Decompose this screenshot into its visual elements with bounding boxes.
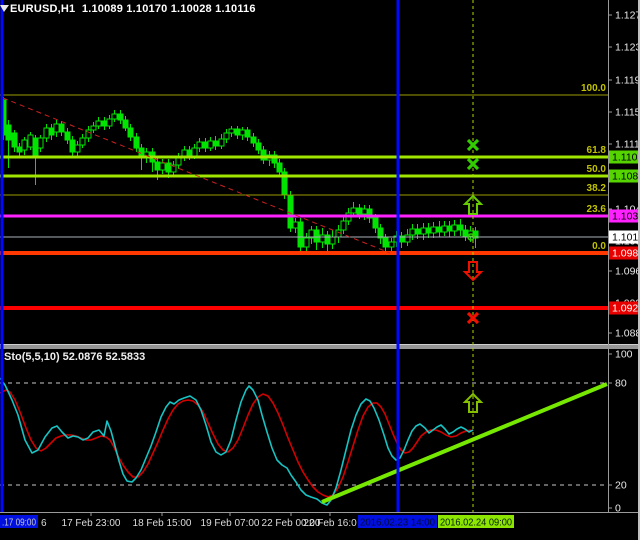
svg-text:0.0: 0.0 <box>592 241 606 252</box>
svg-text:80: 80 <box>615 378 627 390</box>
svg-text:1.1272: 1.1272 <box>615 10 640 22</box>
svg-text:1.1233: 1.1233 <box>615 42 640 54</box>
svg-text:38.2: 38.2 <box>587 183 607 194</box>
svg-text:1.0963: 1.0963 <box>615 266 640 278</box>
svg-text:61.8: 61.8 <box>587 145 607 156</box>
time-axis: 17 Feb 23:00 18 Feb 15:00 19 Feb 07:00 22 F… <box>0 512 640 529</box>
price-chart-canvas[interactable]: 100.0 61.8 50.0 38.2 23.6 0.0 1.1272 1.1233 1.11… <box>0 0 640 540</box>
svg-text:20: 20 <box>615 480 627 492</box>
panel-separator <box>0 344 640 349</box>
svg-text:.17 09:00: .17 09:00 <box>2 518 36 529</box>
svg-text:1.1118: 1.1118 <box>615 139 640 151</box>
svg-text:1.0886: 1.0886 <box>615 328 640 340</box>
svg-text:50.0: 50.0 <box>587 164 607 175</box>
svg-text:1.0989: 1.0989 <box>612 248 640 260</box>
stochastic-indicator-label: Sto(5,5,10) 52.0876 52.5833 <box>4 351 145 363</box>
svg-text:23.6: 23.6 <box>587 204 607 215</box>
svg-text:19 Feb 07:00: 19 Feb 07:00 <box>201 518 260 529</box>
price-axis: 1.12721.12331.11951.11561.11181.10791.10… <box>608 0 640 512</box>
trading-terminal-window: 100.0 61.8 50.0 38.2 23.6 0.0 1.1272 1.1233 1.11… <box>0 0 640 540</box>
svg-text:1.1195: 1.1195 <box>615 75 640 87</box>
svg-text:2016.02.24 09:00: 2016.02.24 09:00 <box>440 518 512 529</box>
svg-text:6: 6 <box>41 518 47 529</box>
svg-text:1.1085: 1.1085 <box>612 171 640 183</box>
svg-text:2016.02.23 14:00: 2016.02.23 14:00 <box>360 518 435 529</box>
svg-text:1.1011: 1.1011 <box>612 232 640 244</box>
indicator-scale: 10080200 <box>608 349 633 515</box>
svg-text:22 Feb 16:0: 22 Feb 16:0 <box>303 518 357 529</box>
horizontal-levels: 100.0 61.8 50.0 38.2 23.6 0.0 <box>0 83 608 308</box>
svg-text:1.1034: 1.1034 <box>612 211 640 223</box>
window-chrome <box>0 0 640 540</box>
svg-text:1.1105: 1.1105 <box>612 152 640 164</box>
svg-text:100.0: 100.0 <box>581 83 606 94</box>
svg-text:1.1156: 1.1156 <box>615 107 640 119</box>
svg-text:17 Feb 23:00: 17 Feb 23:00 <box>62 518 121 529</box>
svg-text:18 Feb 15:00: 18 Feb 15:00 <box>133 518 192 529</box>
chart-symbol-title: EURUSD,H1 1.10089 1.10170 1.10028 1.1011… <box>10 3 256 15</box>
svg-text:1.0927: 1.0927 <box>612 303 640 315</box>
svg-text:100: 100 <box>615 349 633 361</box>
stochastic-panel <box>0 378 608 505</box>
